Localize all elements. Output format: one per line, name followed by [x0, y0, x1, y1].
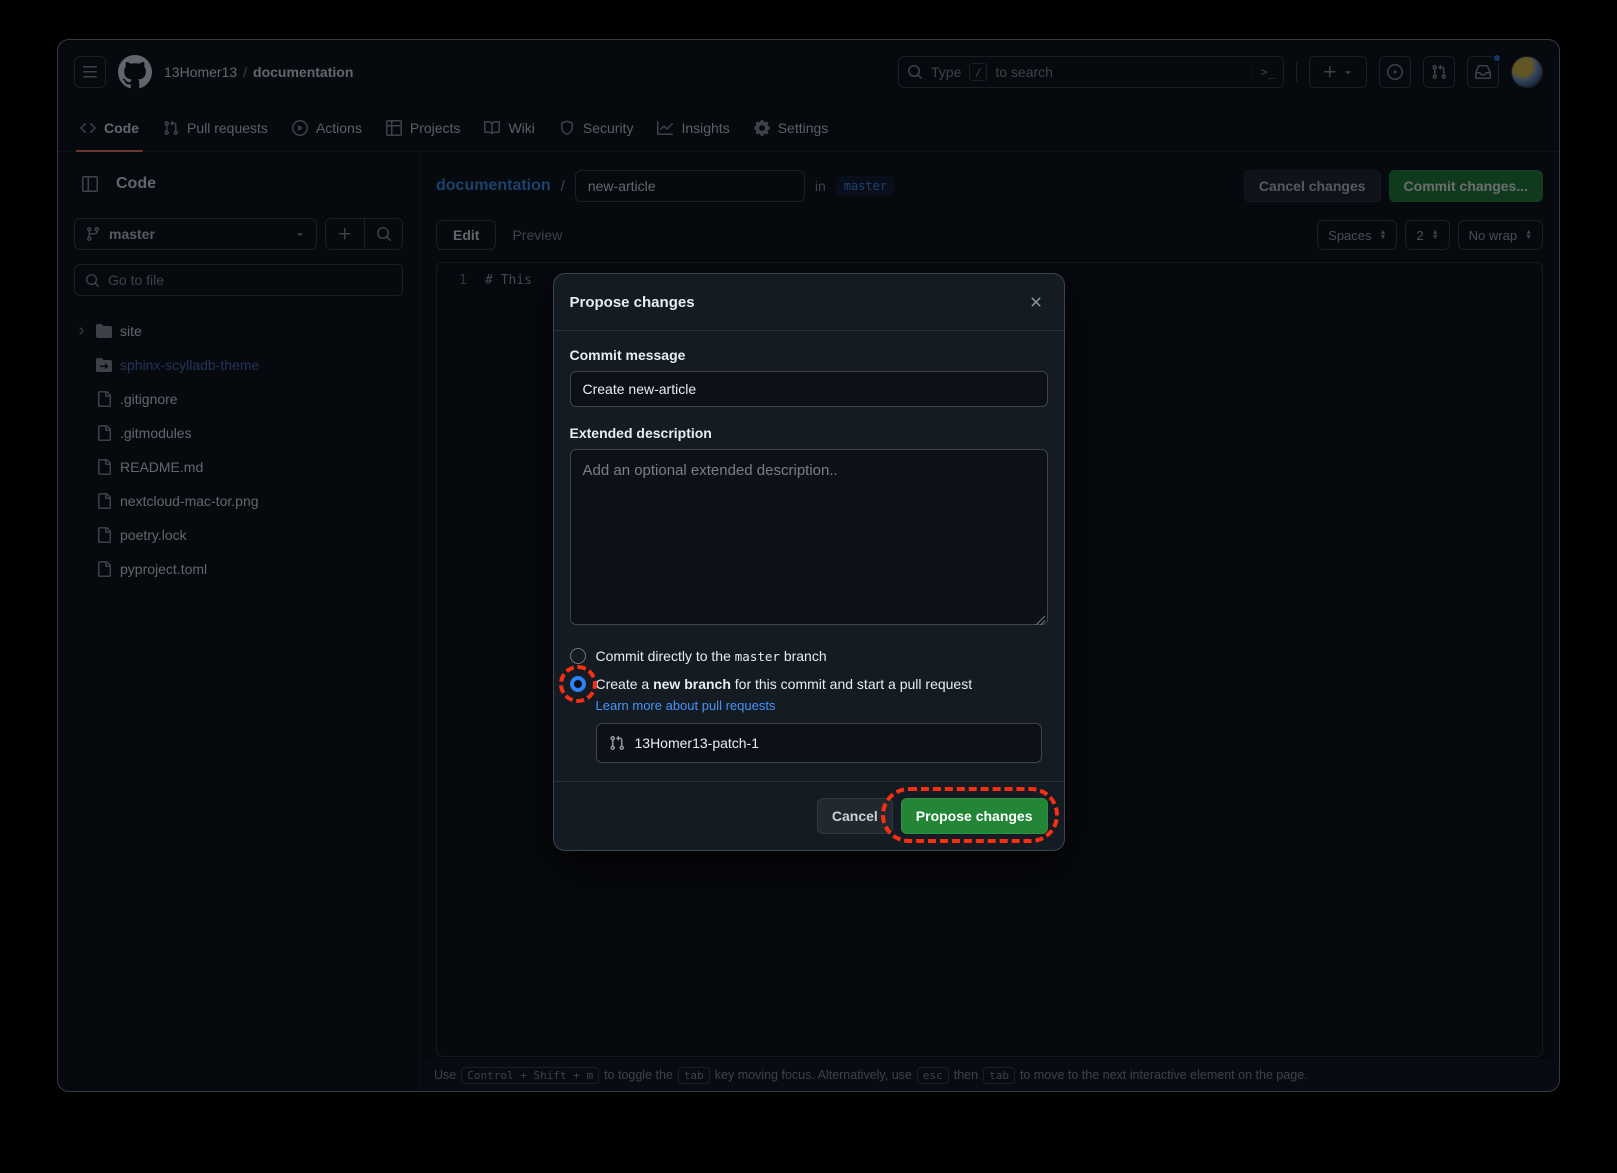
create-branch-option[interactable]: Create a new branch for this commit and …: [570, 676, 1048, 692]
dialog-title: Propose changes: [570, 294, 695, 311]
radio-selected-icon[interactable]: [570, 676, 586, 692]
extended-description-textarea[interactable]: [570, 449, 1048, 625]
learn-more-link[interactable]: Learn more about pull requests: [596, 698, 1048, 713]
dialog-header: Propose changes: [554, 274, 1064, 331]
cancel-button[interactable]: Cancel: [817, 798, 893, 834]
dialog-footer: Cancel Propose changes: [554, 781, 1064, 850]
label-text: branch: [784, 648, 827, 664]
new-branch-name-field[interactable]: 13Homer13-patch-1: [596, 723, 1042, 763]
label-text: Commit directly to the: [596, 648, 731, 664]
desktop-background: 13Homer13 / documentation Type / to sear…: [0, 0, 1617, 1173]
label-bold-text: new branch: [653, 676, 731, 692]
branch-name-mono: master: [735, 649, 780, 664]
propose-changes-button[interactable]: Propose changes: [901, 798, 1048, 834]
close-icon[interactable]: [1024, 290, 1048, 314]
resize-grip-icon[interactable]: [1034, 614, 1045, 625]
propose-button-wrap: Propose changes: [901, 798, 1048, 834]
new-branch-name-value: 13Homer13-patch-1: [635, 735, 760, 751]
github-browser-window: 13Homer13 / documentation Type / to sear…: [57, 39, 1560, 1092]
git-pull-request-icon: [609, 735, 625, 751]
commit-direct-option[interactable]: Commit directly to the master branch: [570, 648, 1048, 664]
create-branch-label: Create a new branch for this commit and …: [596, 676, 973, 692]
commit-message-label: Commit message: [570, 347, 1048, 363]
dialog-body: Commit message Extended description Comm…: [554, 331, 1064, 781]
commit-direct-label: Commit directly to the master branch: [596, 648, 827, 664]
propose-changes-dialog: Propose changes Commit message Extended …: [553, 273, 1065, 851]
modal-layer: Propose changes Commit message Extended …: [58, 40, 1559, 1091]
radio-unselected-icon[interactable]: [570, 648, 586, 664]
label-text: for this commit and start a pull request: [735, 676, 972, 692]
extended-description-label: Extended description: [570, 425, 1048, 441]
commit-message-input[interactable]: [570, 371, 1048, 407]
label-text: Create a: [596, 676, 650, 692]
extended-description-wrap: [570, 449, 1048, 630]
